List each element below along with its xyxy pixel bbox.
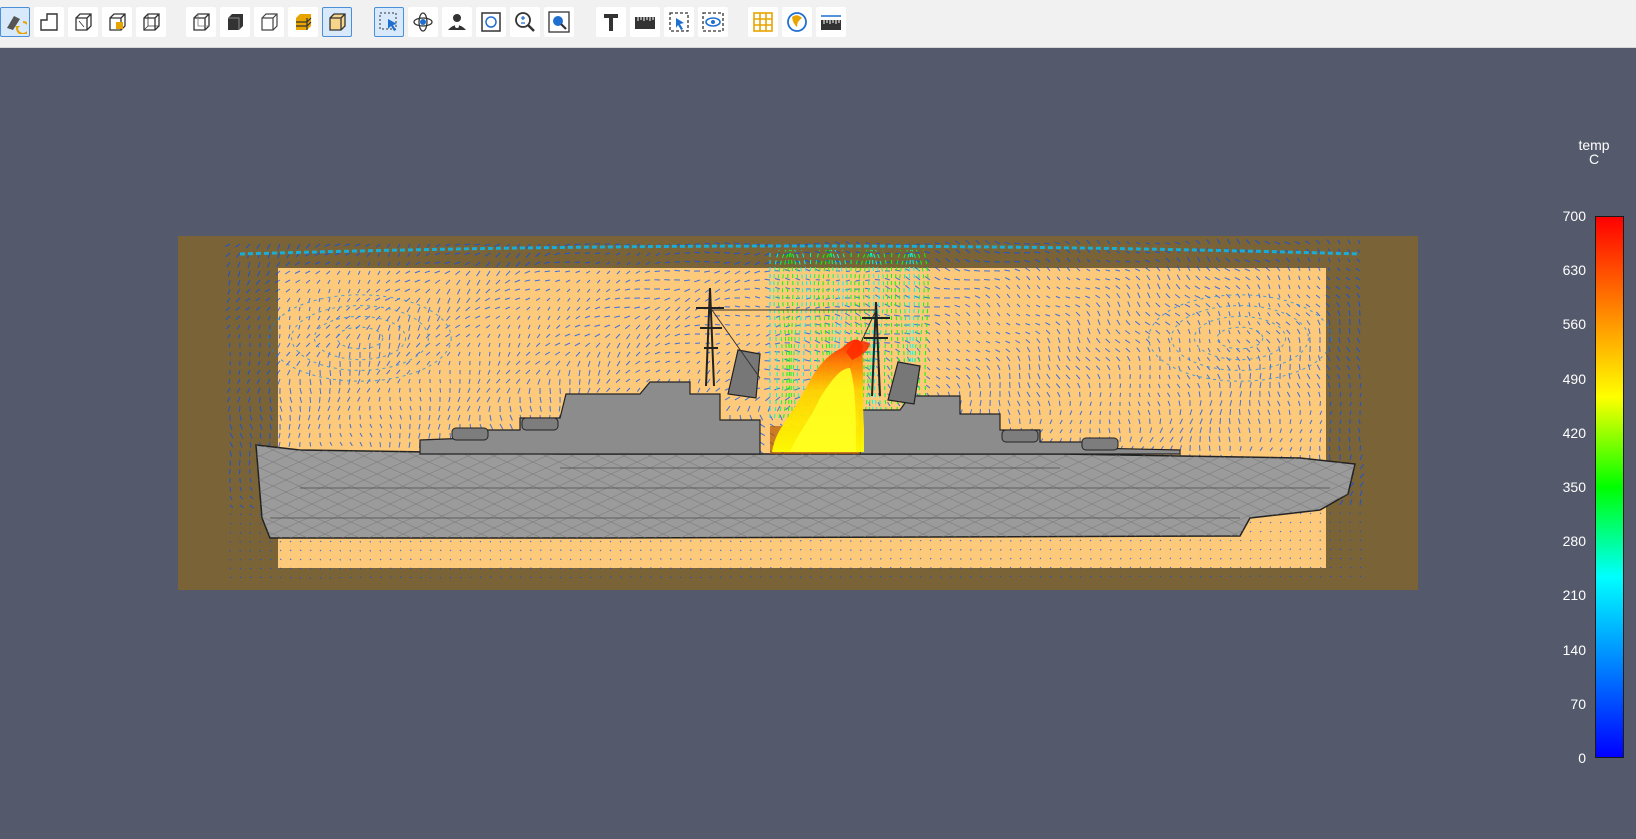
show-orientation-axes-button[interactable] [34, 7, 64, 37]
rotate-button[interactable] [408, 7, 438, 37]
zoom-button[interactable] [510, 7, 540, 37]
legend-tick-label: 630 [1562, 262, 1586, 279]
layered-volume-button[interactable] [288, 7, 318, 37]
legend-tick-label: 0 [1578, 750, 1586, 766]
select-pointer-icon [379, 12, 397, 31]
highlighted-cube-button[interactable] [322, 7, 352, 37]
outline-representation-icon [75, 13, 92, 31]
gun-turret [1001, 429, 1039, 443]
camera-eye-icon [448, 14, 466, 30]
simulation-scene[interactable] [0, 48, 1636, 839]
legend-tick-label: 700 [1562, 208, 1586, 224]
visibility-button[interactable] [698, 7, 728, 37]
reset-camera-icon [7, 16, 27, 34]
legend-title: temp C [1566, 138, 1622, 166]
legend-tick-label: 350 [1562, 479, 1586, 495]
solid-cube-button[interactable] [220, 7, 250, 37]
legend-tick-label: 490 [1562, 370, 1586, 387]
legend-unit: C [1588, 151, 1600, 167]
fit-to-view-button[interactable] [476, 7, 506, 37]
hull-mesh [256, 445, 1355, 538]
toolbar [0, 0, 1636, 48]
highlighted-cube-icon [329, 13, 346, 31]
zoom-box-button[interactable] [544, 7, 574, 37]
select-region-button[interactable] [664, 7, 694, 37]
select-pointer-button[interactable] [374, 7, 404, 37]
surface-with-edges-button[interactable] [102, 7, 132, 37]
transparent-cube-icon [261, 13, 278, 31]
transparent-cube-button[interactable] [254, 7, 284, 37]
reset-camera-button[interactable] [0, 7, 30, 37]
rotate-icon [413, 12, 433, 32]
grid-icon [753, 12, 773, 32]
color-legend-bar [1595, 216, 1624, 758]
gun-turret [1081, 437, 1119, 451]
zoom-box-icon [548, 11, 570, 33]
show-orientation-axes-icon [40, 13, 58, 31]
solid-cube-icon [228, 14, 243, 30]
gun-turret [521, 417, 559, 431]
visibility-icon [702, 12, 724, 32]
text-annotation-icon [604, 14, 618, 31]
ruler-button[interactable] [630, 7, 660, 37]
render-viewport[interactable]: temp C 700 630 560 490 420 350 280 210 140 70 0 [0, 48, 1636, 839]
legend-tick-label: 140 [1562, 641, 1586, 658]
grid-button[interactable] [748, 7, 778, 37]
legend-tick-label: 210 [1562, 587, 1586, 604]
select-region-icon [669, 12, 689, 32]
legend-tick-label: 420 [1562, 424, 1586, 441]
text-annotation-button[interactable] [596, 7, 626, 37]
wireframe-button[interactable] [136, 7, 166, 37]
light-button[interactable] [782, 7, 812, 37]
zoom-icon [515, 12, 535, 32]
legend-variable-name: temp [1578, 137, 1610, 153]
fit-to-view-icon [481, 12, 501, 32]
legend-tick-label: 280 [1562, 533, 1586, 550]
view-cube-button[interactable] [186, 7, 216, 37]
ruler-icon [635, 17, 655, 29]
view-cube-icon [193, 13, 210, 31]
light-icon [787, 12, 807, 32]
surface-with-edges-icon [109, 13, 126, 31]
legend-tick-label: 560 [1562, 316, 1586, 333]
outline-representation-button[interactable] [68, 7, 98, 37]
gun-turret [451, 427, 489, 441]
wireframe-icon [143, 13, 160, 31]
measure-button[interactable] [816, 7, 846, 37]
layered-volume-icon [296, 14, 312, 30]
camera-eye-button[interactable] [442, 7, 472, 37]
legend-tick-label: 70 [1570, 695, 1586, 712]
measure-icon [821, 15, 841, 30]
